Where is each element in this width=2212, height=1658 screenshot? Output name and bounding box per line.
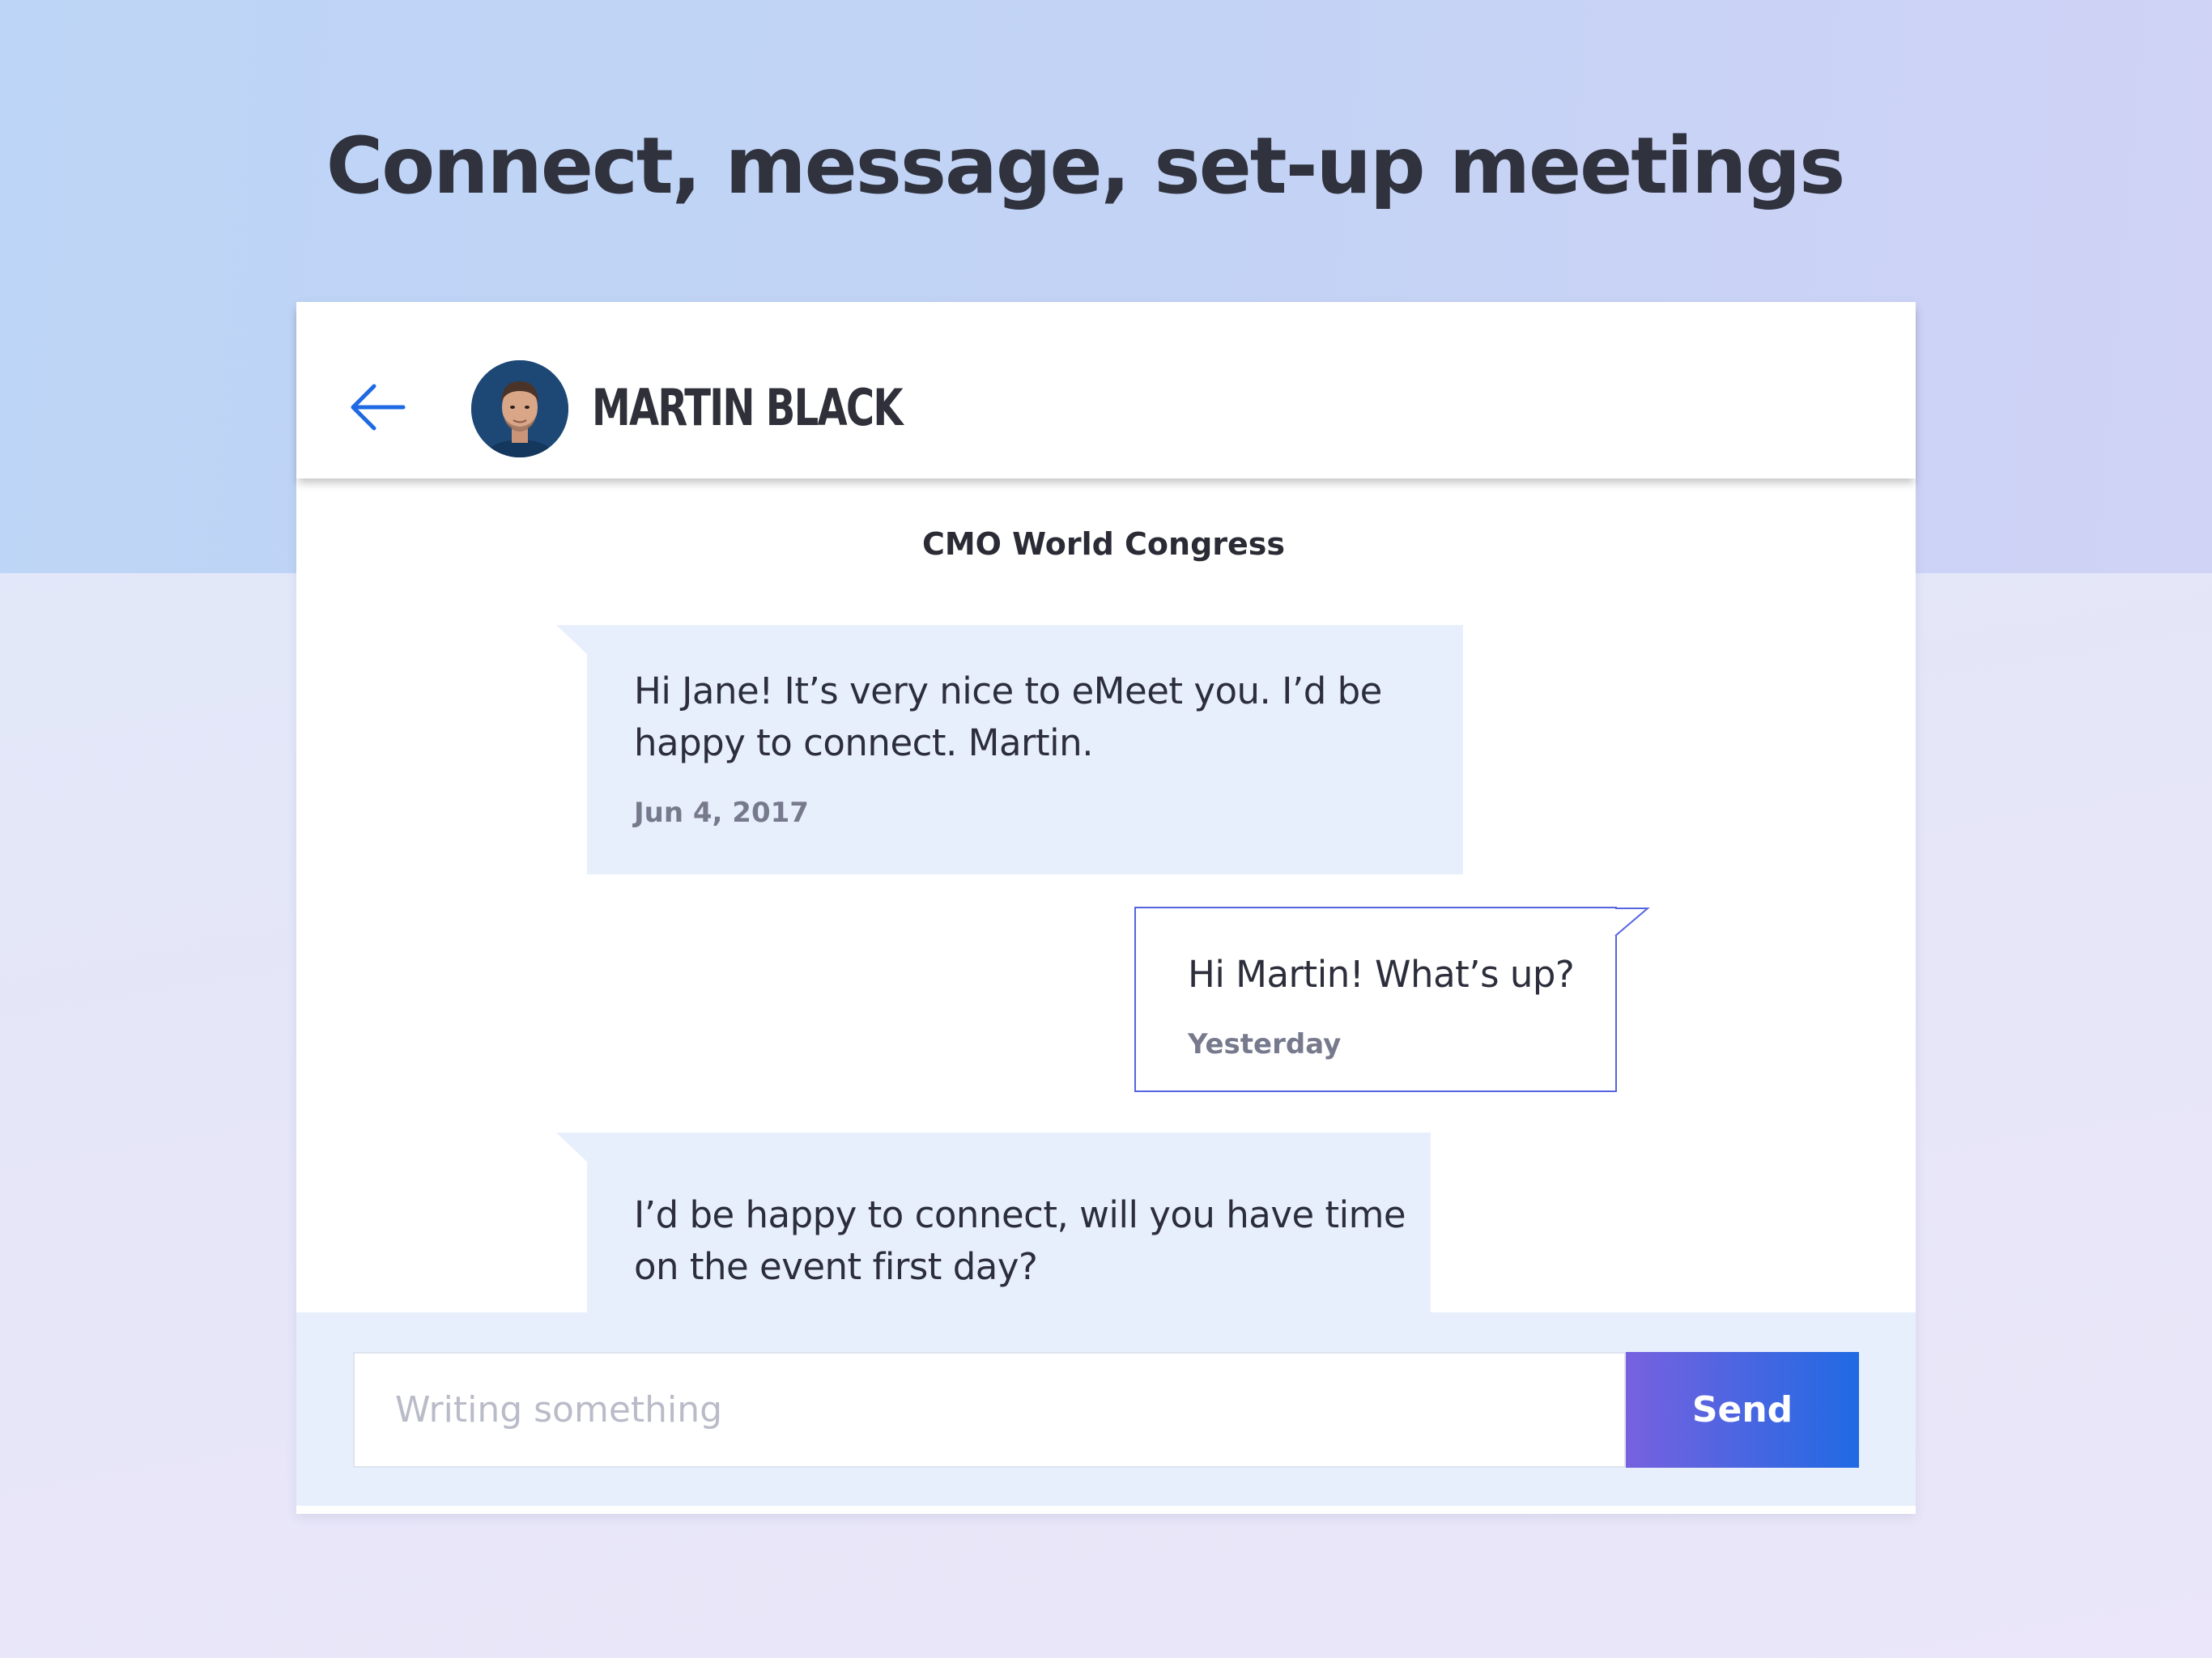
- contact-name[interactable]: MARTIN BLACK: [592, 372, 904, 444]
- event-name: CMO World Congress: [921, 526, 1286, 562]
- incoming-message: Hi Jane! It’s very nice to eMeet you. I’…: [556, 625, 1463, 874]
- back-button[interactable]: [345, 375, 410, 440]
- page-headline: Connect, message, set-up meetings: [325, 121, 1846, 211]
- message-timestamp: Jun 4, 2017: [634, 797, 809, 829]
- message-input[interactable]: [353, 1352, 1626, 1468]
- message-timestamp: Yesterday: [1188, 1028, 1342, 1061]
- message-text: Hi Jane! It’s very nice to eMeet you. I’…: [634, 670, 1382, 764]
- chat-window: MARTIN BLACK CMO World Congress Hi Jane!…: [296, 302, 1916, 1514]
- message-composer: Send: [296, 1312, 1916, 1506]
- chat-header: MARTIN BLACK: [296, 302, 1916, 478]
- arrow-left-icon: [351, 384, 406, 431]
- bubble-tail-icon: [1614, 908, 1650, 937]
- contact-avatar[interactable]: [471, 360, 568, 457]
- outgoing-message: Hi Martin! What’s up? Yesterday: [1134, 907, 1650, 1092]
- incoming-message: I’d be happy to connect, will you have t…: [556, 1133, 1431, 1312]
- send-button[interactable]: Send: [1626, 1352, 1859, 1468]
- message-text: I’d be happy to connect, will you have t…: [634, 1193, 1406, 1288]
- message-text: Hi Martin! What’s up?: [1188, 953, 1575, 996]
- avatar-photo: [471, 360, 568, 457]
- message-list[interactable]: CMO World Congress Hi Jane! It’s very ni…: [296, 478, 1916, 1312]
